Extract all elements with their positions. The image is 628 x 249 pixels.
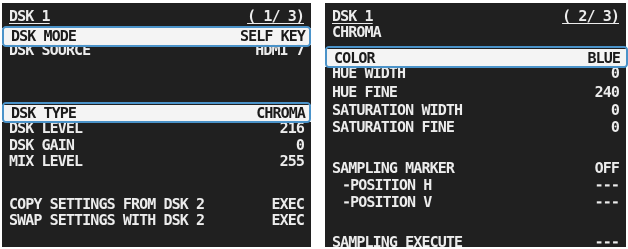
menu-item-value: --- <box>594 193 620 211</box>
menu-title: DSK 1 <box>9 7 51 25</box>
section-heading-label: CHROMA <box>332 23 382 41</box>
menu-item-label: DSK GAIN <box>9 136 75 154</box>
menu-header: DSK 1 ( 2/ 3) <box>325 9 626 24</box>
menu-item-sampling-execute[interactable]: SAMPLING EXECUTE --- <box>325 233 626 248</box>
menu-item-dsk-source[interactable]: DSK SOURCE HDMI 7 <box>2 43 311 58</box>
menu-item-label: HUE WIDTH <box>332 64 406 82</box>
menu-item-copy-settings[interactable]: COPY SETTINGS FROM DSK 2 EXEC <box>2 197 311 212</box>
menu-item-swap-settings[interactable]: SWAP SETTINGS WITH DSK 2 EXEC <box>2 213 311 228</box>
menu-item-label: COPY SETTINGS FROM DSK 2 <box>9 195 205 213</box>
menu-item-dsk-level[interactable]: DSK LEVEL 216 <box>2 121 311 136</box>
menu-item-sampling-marker[interactable]: SAMPLING MARKER OFF <box>325 161 626 176</box>
menu-item-value: 0 <box>610 64 620 82</box>
page-indicator: ( 2/ 3) <box>562 7 620 25</box>
menu-item-label: HUE FINE <box>332 83 398 101</box>
menu-item-value: 216 <box>279 119 305 137</box>
menu-item-value: HDMI 7 <box>255 41 305 59</box>
menu-item-position-h[interactable]: -POSITION H --- <box>325 178 626 193</box>
menu-item-label: DSK LEVEL <box>9 119 83 137</box>
menu-item-saturation-width[interactable]: SATURATION WIDTH 0 <box>325 103 626 118</box>
menu-item-value: 255 <box>279 152 305 170</box>
menu-header: DSK 1 ( 1/ 3) <box>2 9 311 24</box>
menu-item-value: --- <box>594 233 620 248</box>
menu-item-label: SAMPLING MARKER <box>332 159 455 177</box>
menu-item-label: SAMPLING EXECUTE <box>332 233 463 248</box>
menu-item-value: 0 <box>610 118 620 136</box>
menu-title: DSK 1 <box>332 7 374 25</box>
menu-item-hue-width[interactable]: HUE WIDTH 0 <box>325 66 626 81</box>
menu-item-saturation-fine[interactable]: SATURATION FINE 0 <box>325 120 626 135</box>
menu-item-label: SWAP SETTINGS WITH DSK 2 <box>9 211 205 229</box>
section-heading: CHROMA <box>325 25 626 40</box>
page-indicator: ( 1/ 3) <box>247 7 305 25</box>
menu-item-value: --- <box>594 176 620 194</box>
menu-item-value: 0 <box>295 136 305 154</box>
menu-item-label: DSK SOURCE <box>9 41 91 59</box>
menu-screen-page-1: DSK 1 ( 1/ 3) DSK MODE SELF KEY DSK SOUR… <box>2 3 311 247</box>
menu-item-label: -POSITION V <box>342 193 432 211</box>
menu-item-label: SATURATION FINE <box>332 118 455 136</box>
menu-item-hue-fine[interactable]: HUE FINE 240 <box>325 85 626 100</box>
menu-item-value: OFF <box>594 159 620 177</box>
menu-item-mix-level[interactable]: MIX LEVEL 255 <box>2 154 311 169</box>
menu-screen-page-2: DSK 1 ( 2/ 3) CHROMA COLOR BLUE HUE WIDT… <box>325 3 626 247</box>
menu-item-label: -POSITION H <box>342 176 432 194</box>
menu-item-value: 0 <box>610 101 620 119</box>
menu-item-value: 240 <box>594 83 620 101</box>
menu-item-label: MIX LEVEL <box>9 152 83 170</box>
menu-item-value: EXEC <box>271 211 304 229</box>
menu-item-position-v[interactable]: -POSITION V --- <box>325 195 626 210</box>
menu-item-label: SATURATION WIDTH <box>332 101 463 119</box>
menu-item-value: EXEC <box>271 195 304 213</box>
menu-item-dsk-gain[interactable]: DSK GAIN 0 <box>2 138 311 153</box>
